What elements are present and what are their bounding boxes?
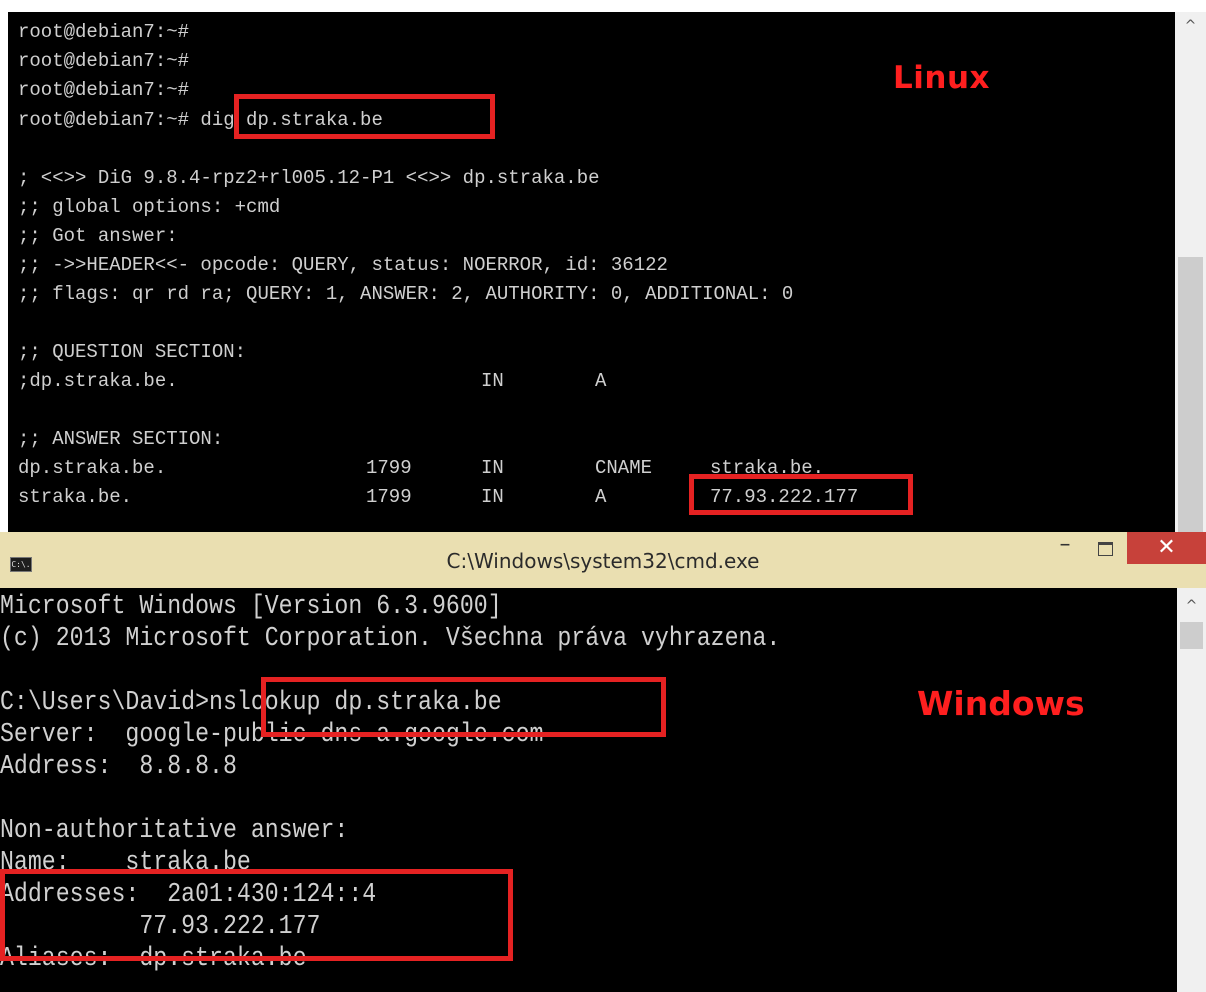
- question-row: ;dp.straka.be. IN A: [18, 367, 1118, 395]
- cmd-scrollbar[interactable]: ^: [1177, 588, 1206, 992]
- answer-row: straka.be. 1799 IN A 77.93.222.177: [18, 483, 1118, 511]
- maximize-icon: [1097, 541, 1113, 556]
- question-name: ;dp.straka.be.: [18, 370, 178, 392]
- linux-line: ;; flags: qr rd ra; QUERY: 1, ANSWER: 2,…: [18, 283, 794, 305]
- question-type: A: [595, 370, 607, 392]
- answer-ttl: 1799: [366, 457, 412, 479]
- cmd-line: Addresses: 2a01:430:124::4: [0, 880, 377, 910]
- answer-name: dp.straka.be.: [18, 457, 167, 479]
- windows-annotation-label: Windows: [917, 684, 1085, 723]
- linux-line: root@debian7:~#: [18, 79, 190, 101]
- cmd-line: C:\Users\David>nslookup dp.straka.be: [0, 688, 502, 718]
- answer-row: dp.straka.be. 1799 IN CNAME straka.be.: [18, 454, 1118, 482]
- window-title: C:\Windows\system32\cmd.exe: [446, 549, 760, 573]
- cmd-line: Name: straka.be: [0, 848, 251, 878]
- cmd-line: Microsoft Windows [Version 6.3.9600]: [0, 592, 502, 622]
- answer-class: IN: [481, 457, 504, 479]
- linux-annotation-label: Linux: [893, 60, 991, 96]
- answer-class: IN: [481, 486, 504, 508]
- question-class: IN: [481, 370, 504, 392]
- scrollbar-thumb[interactable]: [1180, 622, 1203, 649]
- cmd-line: Aliases: dp.straka.be: [0, 944, 307, 974]
- answer-section-header: ;; ANSWER SECTION:: [18, 428, 224, 450]
- linux-line: ;; global options: +cmd: [18, 196, 281, 218]
- cmd-titlebar[interactable]: C:\. C:\Windows\system32\cmd.exe – ✕: [0, 532, 1206, 588]
- answer-data: straka.be.: [710, 457, 825, 479]
- cmd-line: Server: google-public-dns-a.google.com: [0, 720, 544, 750]
- answer-ttl: 1799: [366, 486, 412, 508]
- linux-line: root@debian7:~#: [18, 21, 190, 43]
- linux-line: root@debian7:~# dig dp.straka.be: [18, 109, 383, 131]
- answer-data: 77.93.222.177: [710, 486, 859, 508]
- answer-type: A: [595, 486, 607, 508]
- linux-terminal[interactable]: root@debian7:~# root@debian7:~# root@deb…: [8, 12, 1175, 532]
- cmd-line: Address: 8.8.8.8: [0, 752, 237, 782]
- linux-line: ;; ->>HEADER<<- opcode: QUERY, status: N…: [18, 254, 668, 276]
- cmd-console[interactable]: Microsoft Windows [Version 6.3.9600] (c)…: [0, 588, 1177, 992]
- linux-line: ; <<>> DiG 9.8.4-rpz2+rl005.12-P1 <<>> d…: [18, 167, 600, 189]
- answer-type: CNAME: [595, 457, 653, 479]
- close-button[interactable]: ✕: [1127, 532, 1206, 564]
- scroll-up-icon[interactable]: ^: [1175, 18, 1206, 34]
- cmd-line: Non-authoritative answer:: [0, 816, 349, 846]
- linux-line: ;; QUESTION SECTION:: [18, 341, 247, 363]
- maximize-button[interactable]: [1082, 532, 1128, 564]
- scrollbar-thumb[interactable]: [1178, 257, 1203, 532]
- answer-name: straka.be.: [18, 486, 133, 508]
- scroll-up-icon[interactable]: ^: [1177, 598, 1206, 614]
- cmd-line: 77.93.222.177: [0, 912, 321, 942]
- linux-line: ;; Got answer:: [18, 225, 178, 247]
- cmd-line: (c) 2013 Microsoft Corporation. Všechna …: [0, 624, 781, 654]
- linux-line: root@debian7:~#: [18, 50, 190, 72]
- linux-scrollbar[interactable]: ^: [1175, 12, 1206, 532]
